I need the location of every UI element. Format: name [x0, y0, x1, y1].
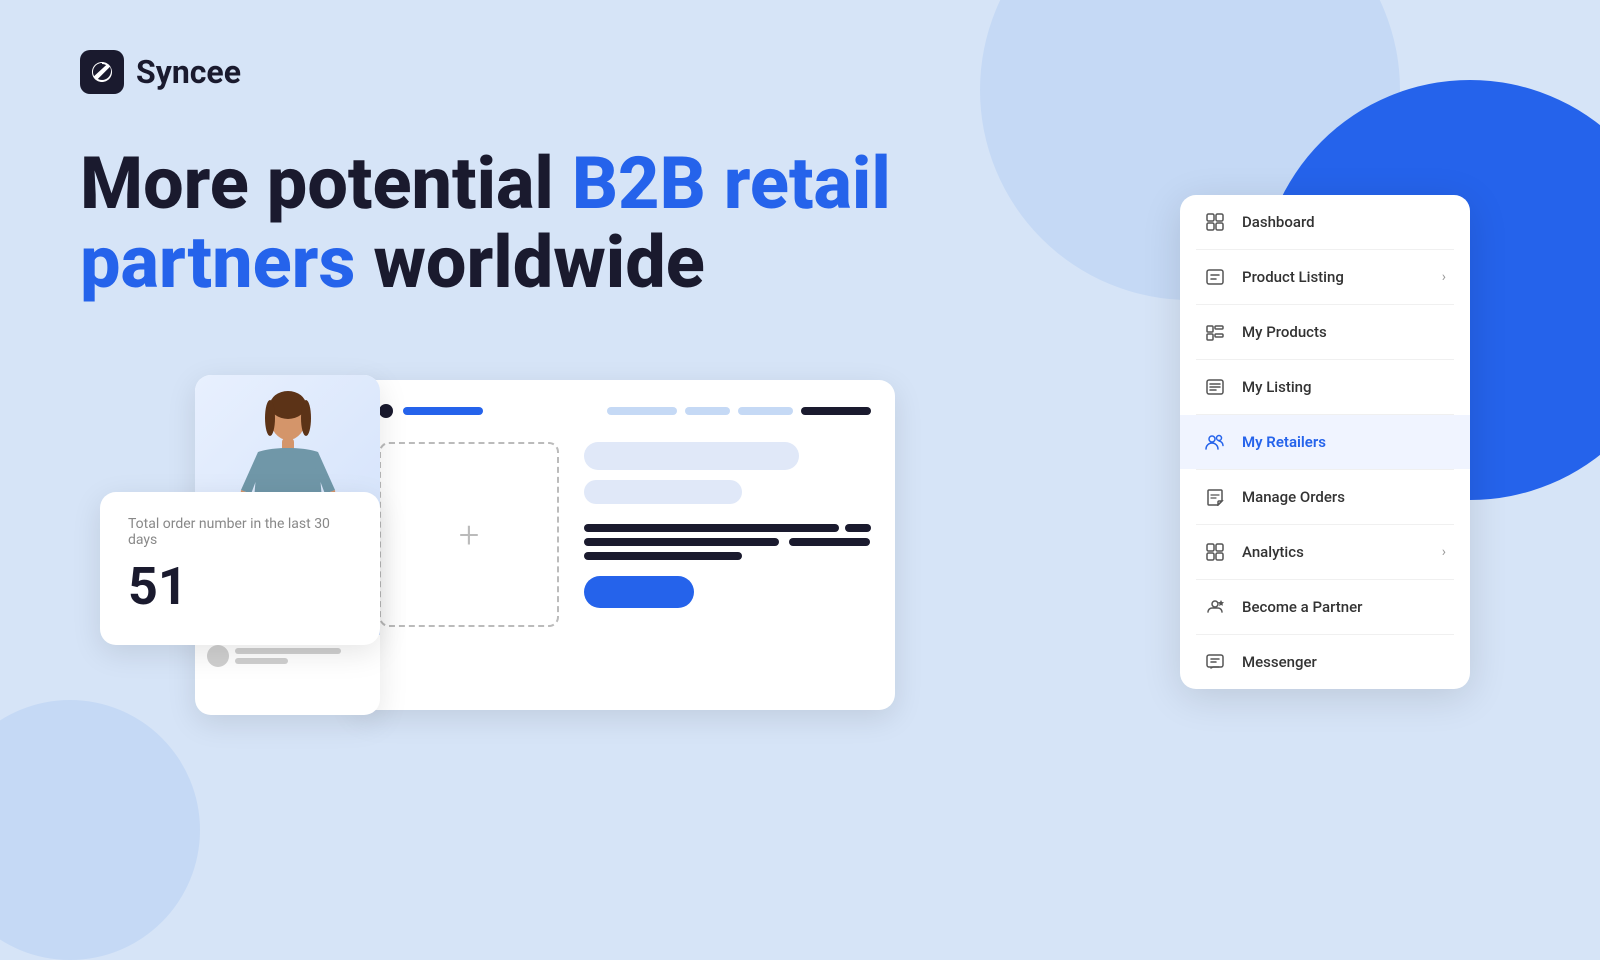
editor-field-title: [584, 442, 799, 470]
product-line-short: [235, 658, 288, 664]
sidebar: Dashboard Product Listing › My Products: [1180, 195, 1470, 689]
add-image-icon[interactable]: +: [459, 514, 479, 556]
sidebar-item-messenger-label: Messenger: [1242, 653, 1446, 671]
sidebar-item-manage-orders[interactable]: Manage Orders: [1180, 470, 1470, 524]
sidebar-item-dashboard-label: Dashboard: [1242, 213, 1446, 231]
sidebar-item-manage-orders-label: Manage Orders: [1242, 488, 1446, 506]
editor-panel: +: [355, 380, 895, 710]
editor-top-bar-segment: [738, 407, 793, 415]
my-listing-icon: [1204, 376, 1226, 398]
logo-icon: [80, 50, 124, 94]
my-retailers-icon: [1204, 431, 1226, 453]
logo[interactable]: Syncee: [80, 50, 1520, 94]
sidebar-item-my-retailers[interactable]: My Retailers: [1180, 415, 1470, 469]
sidebar-item-my-products[interactable]: My Products: [1180, 305, 1470, 359]
analytics-icon: [1204, 541, 1226, 563]
my-products-icon: [1204, 321, 1226, 343]
editor-text-dot: [845, 524, 871, 532]
product-listing-icon: [1204, 266, 1226, 288]
sidebar-item-my-products-label: My Products: [1242, 323, 1446, 341]
bg-circle-bottom-left: [0, 700, 200, 960]
dashboard-icon: [1204, 211, 1226, 233]
editor-image-placeholder: +: [379, 442, 559, 627]
hero-title: More potential B2B retail partners world…: [80, 144, 940, 302]
order-label: Total order number in the last 30 days: [128, 516, 352, 548]
sidebar-item-become-partner-label: Become a Partner: [1242, 598, 1446, 616]
product-avatar: [207, 645, 229, 667]
become-partner-icon: [1204, 596, 1226, 618]
editor-save-button[interactable]: [584, 576, 694, 608]
editor-top-bar: [379, 404, 871, 418]
sidebar-item-analytics[interactable]: Analytics ›: [1180, 525, 1470, 579]
sidebar-item-product-listing[interactable]: Product Listing ›: [1180, 250, 1470, 304]
editor-bar-blue: [403, 407, 483, 415]
editor-top-bar-segment: [607, 407, 677, 415]
sidebar-item-analytics-label: Analytics: [1242, 543, 1426, 561]
sidebar-item-messenger[interactable]: Messenger: [1180, 635, 1470, 689]
editor-field-subtitle: [584, 480, 742, 504]
sidebar-item-my-retailers-label: My Retailers: [1242, 433, 1446, 451]
product-line-long: [235, 648, 341, 654]
chevron-right-icon: ›: [1442, 544, 1446, 560]
sidebar-item-dashboard[interactable]: Dashboard: [1180, 195, 1470, 249]
editor-top-bar-segment-dark: [801, 407, 871, 415]
editor-text-line: [584, 552, 742, 560]
hero-section: More potential B2B retail partners world…: [80, 144, 940, 302]
editor-fields: [584, 442, 871, 627]
order-number: 51: [128, 556, 352, 617]
editor-image-area: +: [379, 442, 564, 627]
manage-orders-icon: [1204, 486, 1226, 508]
sidebar-item-product-listing-label: Product Listing: [1242, 268, 1426, 286]
editor-text-line: [789, 538, 869, 546]
editor-dot: [379, 404, 393, 418]
order-stats-card: Total order number in the last 30 days 5…: [100, 492, 380, 645]
logo-text: Syncee: [136, 53, 241, 91]
editor-text-lines: [584, 524, 871, 560]
editor-body: +: [379, 442, 871, 627]
sidebar-item-my-listing[interactable]: My Listing: [1180, 360, 1470, 414]
editor-top-bar-segment: [685, 407, 730, 415]
editor-text-line: [584, 538, 779, 546]
chevron-right-icon: ›: [1442, 269, 1446, 285]
messenger-icon: [1204, 651, 1226, 673]
editor-text-line: [584, 524, 839, 532]
sidebar-item-my-listing-label: My Listing: [1242, 378, 1446, 396]
sidebar-item-become-partner[interactable]: Become a Partner: [1180, 580, 1470, 634]
product-lines: [235, 648, 368, 664]
